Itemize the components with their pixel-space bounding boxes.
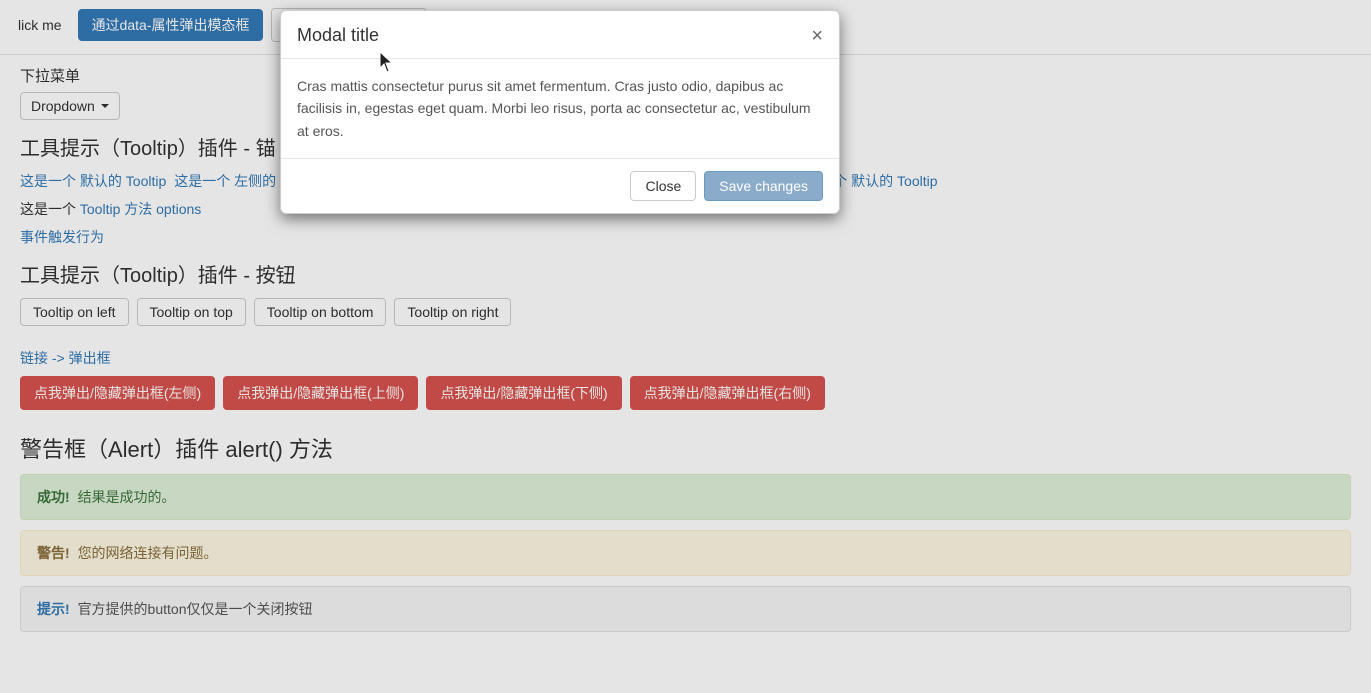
modal-close-button[interactable]: Close — [630, 171, 696, 201]
modal-dialog: Modal title × Cras mattis consectetur pu… — [280, 10, 840, 214]
modal-header: Modal title × — [281, 11, 839, 59]
modal-save-button[interactable]: Save changes — [704, 171, 823, 201]
modal-body: Cras mattis consectetur purus sit amet f… — [281, 59, 839, 158]
modal-footer: Close Save changes — [281, 158, 839, 213]
modal-title: Modal title — [297, 25, 379, 46]
modal-close-x-button[interactable]: × — [811, 26, 823, 46]
modal-body-text: Cras mattis consectetur purus sit amet f… — [297, 75, 823, 142]
